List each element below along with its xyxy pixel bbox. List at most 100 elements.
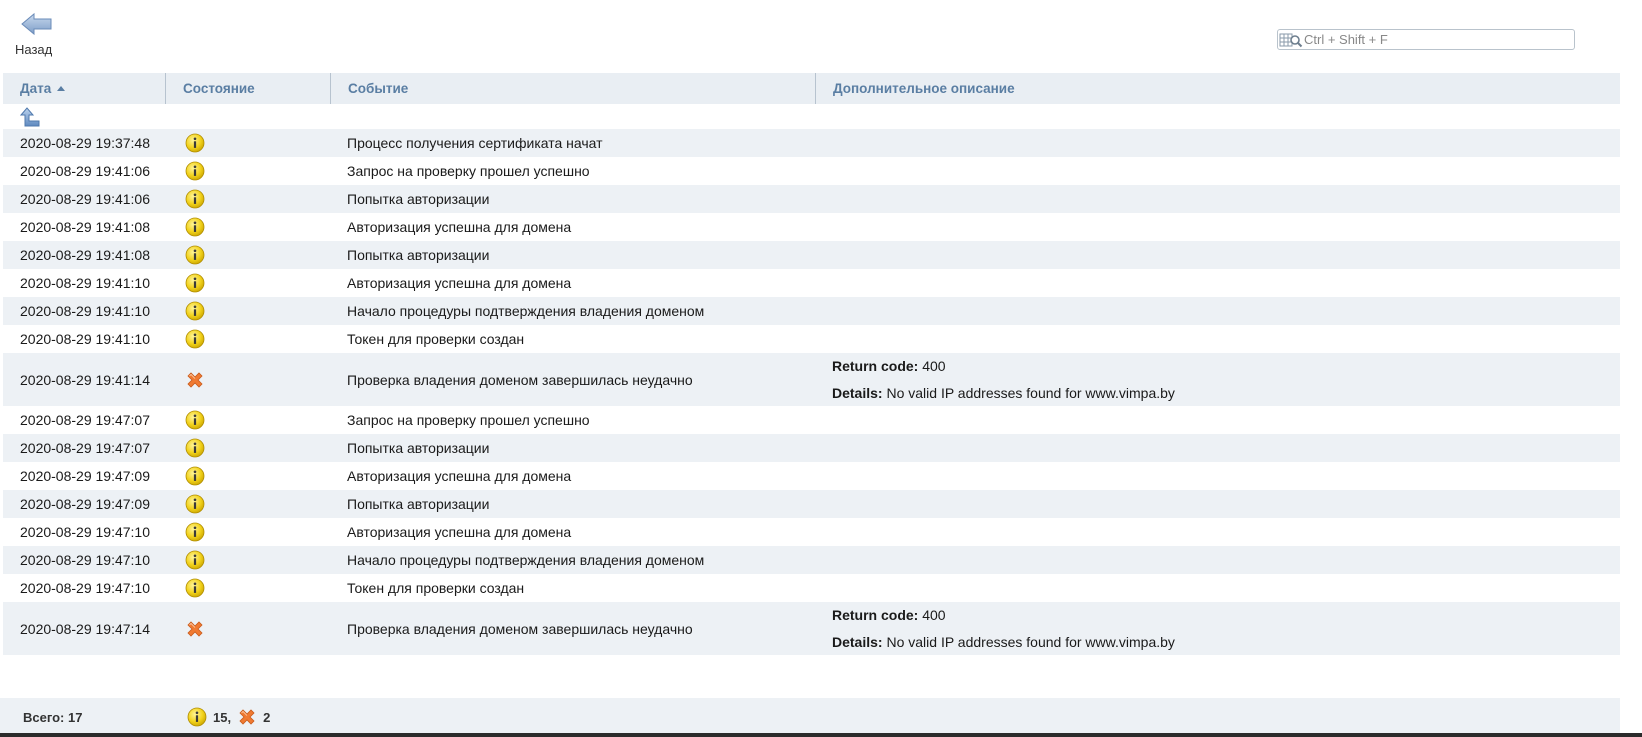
sort-asc-icon	[57, 86, 66, 91]
table-row[interactable]: 2020-08-29 19:47:09 Авторизация успешна д…	[3, 462, 1620, 490]
info-icon	[185, 550, 205, 570]
error-x-icon	[237, 707, 257, 727]
description-value: 400	[922, 357, 946, 374]
row-date: 2020-08-29 19:47:07	[20, 440, 150, 456]
row-date: 2020-08-29 19:47:10	[20, 580, 150, 596]
column-header-description[interactable]: Дополнительное описание	[816, 73, 1620, 104]
row-status	[166, 161, 331, 181]
column-header-date[interactable]: Дата	[3, 73, 166, 104]
description-value: 400	[922, 606, 946, 623]
row-date: 2020-08-29 19:47:10	[20, 524, 150, 540]
row-description: Return code: 400 Details: No valid IP add…	[816, 353, 1620, 407]
description-key: Details:	[832, 633, 883, 650]
info-icon	[185, 161, 205, 181]
table-row[interactable]: 2020-08-29 19:41:06 Попытка авторизации	[3, 185, 1620, 213]
row-event: Попытка авторизации	[347, 440, 490, 456]
info-count: 15,	[213, 709, 232, 725]
table-row[interactable]: 2020-08-29 19:37:48 Процесс получения сер…	[3, 129, 1620, 157]
description-key: Return code:	[832, 606, 919, 623]
row-event: Попытка авторизации	[347, 247, 490, 263]
level-up-icon[interactable]	[19, 107, 41, 130]
row-event: Начало процедуры подтверждения владения …	[347, 303, 705, 319]
toolbar: Назад	[0, 0, 1642, 70]
info-icon	[185, 329, 205, 349]
back-label: Назад	[15, 42, 53, 57]
table-row[interactable]: 2020-08-29 19:41:08 Попытка авторизации	[3, 241, 1620, 269]
row-date: 2020-08-29 19:41:08	[20, 247, 150, 263]
row-event: Проверка владения доменом завершилась не…	[347, 371, 693, 388]
column-header-event[interactable]: Событие	[331, 73, 816, 104]
row-event: Токен для проверки создан	[347, 331, 525, 347]
row-date: 2020-08-29 19:41:14	[20, 371, 150, 388]
row-status	[166, 494, 331, 514]
info-icon	[185, 189, 205, 209]
info-icon	[185, 273, 205, 293]
table-row[interactable]: 2020-08-29 19:47:07 Попытка авторизации	[3, 434, 1620, 462]
info-icon	[185, 410, 205, 430]
error-x-icon	[185, 619, 205, 639]
info-icon	[185, 466, 205, 486]
row-date: 2020-08-29 19:41:08	[20, 219, 150, 235]
row-date: 2020-08-29 19:47:09	[20, 468, 150, 484]
info-icon	[187, 707, 207, 727]
row-date: 2020-08-29 19:47:07	[20, 412, 150, 428]
row-event: Запрос на проверку прошел успешно	[347, 412, 590, 428]
table-row[interactable]: 2020-08-29 19:41:06 Запрос на проверку пр…	[3, 157, 1620, 185]
description-line: Return code: 400	[832, 602, 1620, 629]
table-row[interactable]: 2020-08-29 19:47:07 Запрос на проверку пр…	[3, 406, 1620, 434]
table-footer: Всего: 17 15, 2	[0, 698, 1620, 737]
info-icon	[185, 494, 205, 514]
table-row[interactable]: 2020-08-29 19:47:10 Начало процедуры подт…	[3, 546, 1620, 574]
table-row[interactable]: 2020-08-29 19:41:14 Проверка владения дом…	[3, 353, 1620, 406]
table-row[interactable]: 2020-08-29 19:47:10 Токен для проверки со…	[3, 574, 1620, 602]
column-header-status[interactable]: Состояние	[166, 73, 331, 104]
table-row[interactable]: 2020-08-29 19:41:10 Начало процедуры подт…	[3, 297, 1620, 325]
table-row[interactable]: 2020-08-29 19:47:14 Проверка владения дом…	[3, 602, 1620, 655]
table-row[interactable]: 2020-08-29 19:47:10 Авторизация успешна д…	[3, 518, 1620, 546]
table-row[interactable]: 2020-08-29 19:41:10 Авторизация успешна д…	[3, 269, 1620, 297]
row-event: Запрос на проверку прошел успешно	[347, 163, 590, 179]
total-count: Всего: 17	[23, 710, 83, 725]
row-status	[166, 578, 331, 598]
table-row[interactable]: 2020-08-29 19:41:10 Токен для проверки со…	[3, 325, 1620, 353]
row-status	[166, 550, 331, 570]
row-event: Авторизация успешна для домена	[347, 275, 572, 291]
row-event: Попытка авторизации	[347, 191, 490, 207]
description-line: Details: No valid IP addresses found for…	[832, 629, 1620, 656]
row-status	[166, 245, 331, 265]
row-date: 2020-08-29 19:41:06	[20, 191, 150, 207]
row-status	[166, 273, 331, 293]
description-value: No valid IP addresses found for www.vimp…	[886, 384, 1175, 401]
events-table: Дата Состояние Событие Дополнительное оп…	[3, 73, 1620, 655]
table-body: 2020-08-29 19:37:48 Процесс получения сер…	[3, 129, 1620, 655]
window-bottom-edge	[0, 733, 1642, 737]
row-date: 2020-08-29 19:47:09	[20, 496, 150, 512]
row-description: Return code: 400 Details: No valid IP add…	[816, 602, 1620, 656]
info-icon	[185, 522, 205, 542]
row-status	[166, 329, 331, 349]
row-event: Начало процедуры подтверждения владения …	[347, 552, 705, 568]
row-status	[166, 619, 331, 639]
search-box[interactable]	[1277, 29, 1575, 50]
search-input[interactable]	[1304, 32, 1564, 47]
row-event: Токен для проверки создан	[347, 580, 525, 596]
error-count: 2	[263, 709, 271, 725]
table-row[interactable]: 2020-08-29 19:41:08 Авторизация успешна д…	[3, 213, 1620, 241]
description-line: Details: No valid IP addresses found for…	[832, 380, 1620, 407]
row-date: 2020-08-29 19:47:10	[20, 552, 150, 568]
info-icon	[185, 578, 205, 598]
info-icon	[185, 438, 205, 458]
table-row[interactable]: 2020-08-29 19:47:09 Попытка авторизации	[3, 490, 1620, 518]
row-date: 2020-08-29 19:47:14	[20, 620, 150, 637]
back-button[interactable]: Назад	[14, 12, 64, 60]
row-status	[166, 522, 331, 542]
row-status	[166, 438, 331, 458]
row-status	[166, 217, 331, 237]
description-key: Return code:	[832, 357, 919, 374]
row-event: Попытка авторизации	[347, 496, 490, 512]
row-event: Процесс получения сертификата начат	[347, 135, 603, 151]
row-date: 2020-08-29 19:41:10	[20, 303, 150, 319]
row-date: 2020-08-29 19:41:10	[20, 331, 150, 347]
error-x-icon	[185, 370, 205, 390]
description-value: No valid IP addresses found for www.vimp…	[886, 633, 1175, 650]
